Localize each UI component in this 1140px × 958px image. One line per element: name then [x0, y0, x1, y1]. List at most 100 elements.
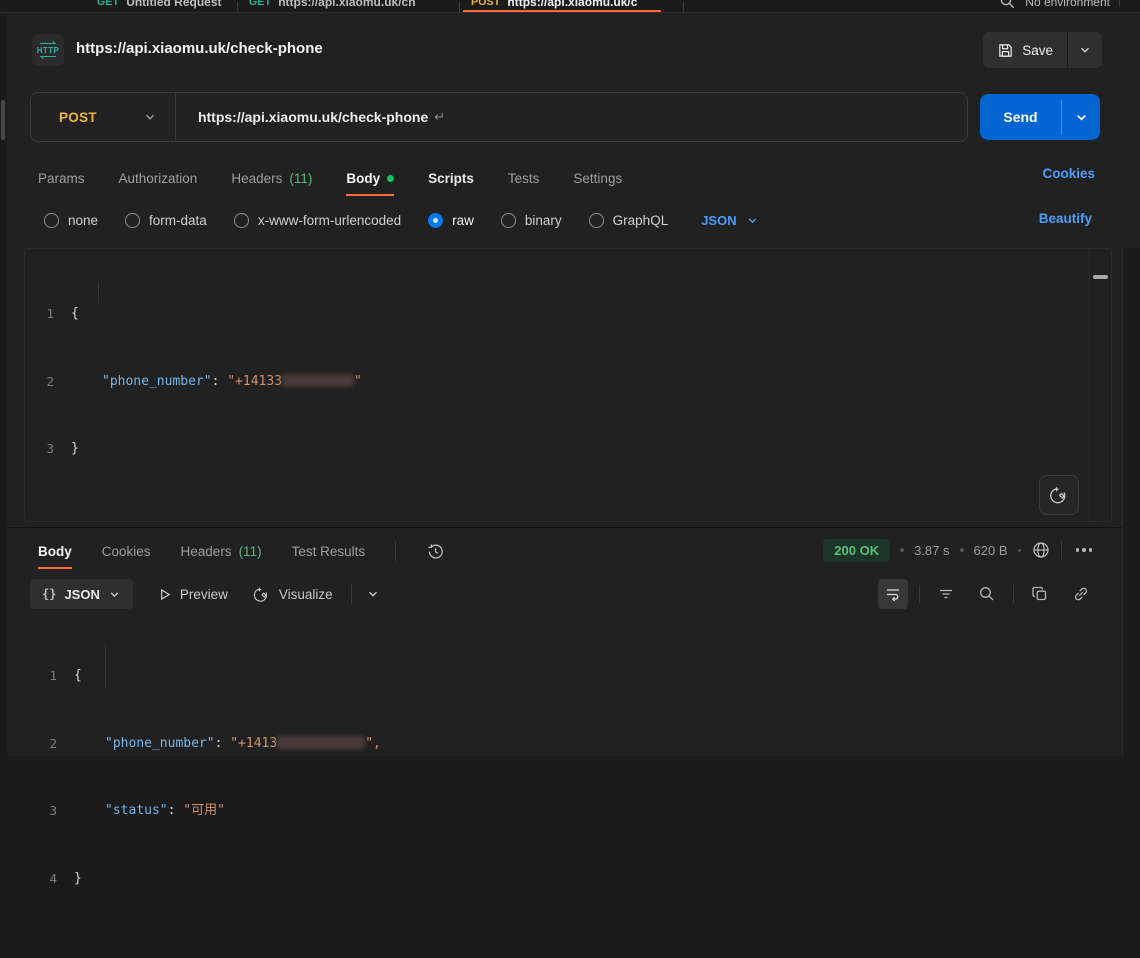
tab-tests[interactable]: Tests: [508, 160, 540, 196]
code-line: 2"phone_number": "+14133": [25, 371, 1087, 394]
send-split-button: Send: [980, 94, 1100, 140]
request-tab-get[interactable]: GET https://api.xiaomu.uk/ch: [249, 0, 416, 13]
http-request-icon: HTTP: [32, 34, 64, 66]
copy-response-button[interactable]: [1025, 579, 1055, 609]
tab-settings[interactable]: Settings: [573, 160, 622, 196]
copy-icon: [1031, 585, 1049, 603]
copy-link-button[interactable]: [1066, 579, 1096, 609]
tab-divider: [459, 2, 460, 13]
code-line: 1{: [25, 303, 1087, 326]
redacted-value: [282, 374, 354, 387]
tab-divider: [1119, 0, 1120, 7]
chevron-down-icon: [108, 588, 121, 601]
response-tab-test-results[interactable]: Test Results: [292, 533, 366, 569]
radio-icon: [589, 213, 604, 228]
postbot-button[interactable]: [1039, 475, 1079, 515]
tab-divider: [683, 2, 684, 13]
body-type-row: none form-data x-www-form-urlencoded raw…: [44, 205, 759, 235]
divider: [351, 584, 352, 604]
dot-separator: [1018, 549, 1021, 552]
url-bar: POST https://api.xiaomu.uk/check-phone ↵: [30, 92, 968, 142]
wrap-text-button[interactable]: [878, 579, 908, 609]
history-button[interactable]: [426, 542, 445, 561]
method-label: GET: [97, 0, 119, 8]
code-line: 1{: [28, 665, 1100, 688]
tab-divider: [237, 2, 238, 13]
editor-scrollbar[interactable]: [1089, 249, 1111, 521]
tab-scripts[interactable]: Scripts: [428, 160, 474, 196]
history-clock-icon: [426, 542, 445, 561]
more-options-button[interactable]: [1072, 544, 1097, 556]
request-tabs: Params Authorization Headers(11) Body Sc…: [38, 160, 622, 196]
body-type-graphql[interactable]: GraphQL: [589, 213, 669, 228]
http-arrows-icon: [35, 37, 61, 63]
url-input[interactable]: https://api.xiaomu.uk/check-phone ↵: [176, 109, 967, 125]
preview-button[interactable]: Preview: [157, 587, 228, 602]
play-icon: [157, 587, 172, 602]
body-type-none[interactable]: none: [44, 213, 98, 228]
network-globe-icon[interactable]: [1031, 540, 1051, 560]
tab-params[interactable]: Params: [38, 160, 85, 196]
link-icon: [1072, 585, 1090, 603]
divider: [1013, 585, 1014, 603]
workspace-tab-bar: GET Untitled Request GET https://api.xia…: [0, 0, 1140, 13]
search-response-button[interactable]: [972, 579, 1002, 609]
indent-guide: [105, 645, 106, 687]
method-label: POST: [471, 0, 500, 8]
scrollbar-thumb[interactable]: [1093, 275, 1108, 279]
tab-authorization[interactable]: Authorization: [119, 160, 198, 196]
status-badge: 200 OK: [823, 539, 890, 562]
radio-icon: [44, 213, 59, 228]
environment-selector[interactable]: No environment: [1025, 0, 1110, 9]
save-button[interactable]: Save: [983, 32, 1067, 68]
radio-icon: [125, 213, 140, 228]
request-tab-untitled[interactable]: GET Untitled Request: [97, 0, 222, 13]
send-options-button[interactable]: [1062, 94, 1100, 140]
format-selector[interactable]: JSON: [701, 213, 758, 228]
method-selector[interactable]: POST: [31, 110, 175, 125]
divider: [395, 541, 396, 561]
dot-separator: [900, 548, 904, 552]
tab-headers[interactable]: Headers(11): [231, 160, 312, 196]
chevron-down-icon: [366, 587, 380, 601]
send-button[interactable]: Send: [980, 94, 1061, 140]
body-type-raw[interactable]: raw: [428, 213, 474, 228]
scrollbar-thumb[interactable]: [1, 100, 5, 140]
save-split-button: Save: [983, 32, 1102, 68]
search-icon[interactable]: [999, 0, 1016, 10]
response-time: 3.87 s: [914, 543, 949, 558]
left-scroll-gutter: [0, 13, 7, 756]
code-line: 4}: [28, 868, 1100, 891]
cookies-link[interactable]: Cookies: [1042, 166, 1095, 181]
response-body-viewer[interactable]: 1{ 2"phone_number": "+1413", 3"status": …: [28, 620, 1100, 958]
response-tab-body[interactable]: Body: [38, 533, 72, 569]
request-title: https://api.xiaomu.uk/check-phone: [76, 40, 323, 57]
visualize-button[interactable]: Visualize: [252, 585, 333, 604]
filter-button[interactable]: [931, 579, 961, 609]
body-type-urlencoded[interactable]: x-www-form-urlencoded: [234, 213, 401, 228]
method-label: GET: [249, 0, 271, 8]
radio-icon: [501, 213, 516, 228]
chevron-down-icon: [143, 110, 157, 124]
response-tab-cookies[interactable]: Cookies: [102, 533, 151, 569]
save-options-button[interactable]: [1068, 32, 1102, 68]
section-divider: [0, 527, 1140, 528]
tab-body[interactable]: Body: [346, 160, 394, 196]
save-icon: [997, 42, 1014, 59]
beautify-link[interactable]: Beautify: [1039, 211, 1092, 226]
format-options-button[interactable]: [366, 587, 380, 601]
response-format-selector[interactable]: {} JSON: [30, 579, 133, 609]
body-content-dot: [387, 175, 394, 182]
body-type-form-data[interactable]: form-data: [125, 213, 207, 228]
body-type-binary[interactable]: binary: [501, 213, 562, 228]
response-tab-headers[interactable]: Headers(11): [181, 533, 262, 569]
code-line: 3"status": "可用": [28, 800, 1100, 823]
search-icon: [978, 585, 996, 603]
code-line: 3}: [25, 438, 1087, 461]
request-body-editor[interactable]: 1{ 2"phone_number": "+14133" 3}: [24, 248, 1112, 522]
indent-guide: [98, 282, 99, 303]
braces-icon: {}: [42, 587, 56, 601]
response-size: 620 B: [974, 543, 1008, 558]
postbot-sparkle-icon: [1048, 484, 1070, 506]
code-line: 2"phone_number": "+1413",: [28, 733, 1100, 756]
